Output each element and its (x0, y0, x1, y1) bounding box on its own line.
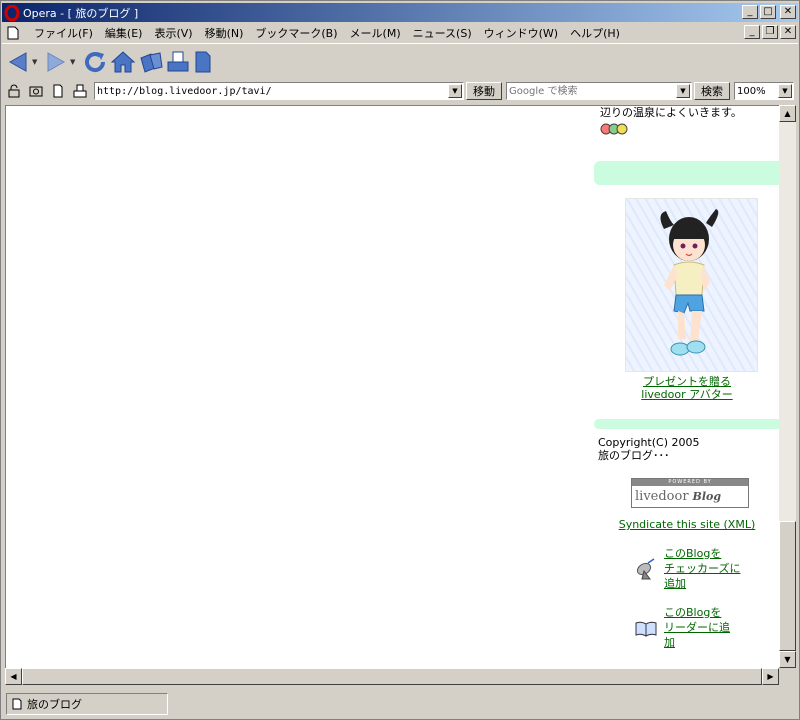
navigation-toolbar: ▼ ▼ (2, 43, 798, 79)
menu-navigate[interactable]: 移動(N) (199, 25, 250, 41)
avatar-gift-link[interactable]: プレゼントを贈る (594, 375, 779, 388)
blog-name-text: 旅のブログ･･･ (598, 449, 670, 462)
opera-window: Opera - [ 旅のブログ ] _ □ ✕ ファイル(F) 編集(E) 表示… (0, 0, 800, 720)
forward-history-dropdown[interactable]: ▼ (70, 58, 78, 66)
vertical-scroll-thumb[interactable] (779, 521, 796, 651)
scroll-up-button[interactable]: ▲ (779, 105, 796, 122)
horizontal-scroll-thumb[interactable] (22, 668, 762, 685)
cards-icon (140, 51, 163, 73)
intro-text: 辺りの温泉によくいきます。 (600, 106, 742, 119)
menu-edit[interactable]: 編集(E) (99, 25, 149, 41)
mdi-close-button[interactable]: ✕ (780, 25, 796, 39)
vertical-scrollbar[interactable]: ▲ ▼ (779, 105, 796, 668)
logo-name-text: livedoor (635, 489, 689, 504)
page-icon (53, 84, 63, 98)
scroll-left-button[interactable]: ◀ (5, 668, 22, 685)
open-book-icon (635, 621, 657, 637)
security-button[interactable] (6, 83, 22, 99)
url-input[interactable] (95, 84, 463, 98)
add-to-reader-row: このBlogを リーダーに追 加 (634, 605, 779, 650)
menu-bar: ファイル(F) 編集(E) 表示(V) 移動(N) ブックマーク(B) メール(… (2, 23, 798, 42)
url-history-dropdown[interactable]: ▼ (448, 84, 462, 98)
mdi-restore-button[interactable]: ❐ (762, 25, 778, 39)
home-icon (110, 50, 136, 72)
search-engine-dropdown[interactable]: ▼ (676, 84, 690, 98)
bookmarks-button[interactable] (138, 49, 164, 75)
scroll-down-button[interactable]: ▼ (779, 651, 796, 668)
page-icon (7, 26, 19, 39)
menu-help[interactable]: ヘルプ(H) (564, 25, 626, 41)
copyright-text: Copyright(C) 2005 (598, 436, 700, 449)
reload-button[interactable] (82, 49, 108, 75)
section-header-band-2 (594, 419, 779, 429)
camera-icon (29, 86, 43, 97)
page-icon (12, 698, 22, 710)
title-bar: Opera - [ 旅のブログ ] _ □ ✕ (2, 3, 798, 22)
page-tab[interactable]: 旅のブログ (6, 693, 168, 715)
add-to-reader-link[interactable]: このBlogを リーダーに追 加 (664, 605, 730, 650)
image-toggle-button[interactable] (28, 83, 44, 99)
reader-link-line3: 加 (664, 636, 675, 649)
print-preview-button[interactable] (72, 83, 88, 99)
horizontal-scrollbar[interactable]: ◀ ▶ (5, 668, 779, 685)
back-arrow-icon (8, 51, 27, 72)
avatar-image[interactable] (625, 198, 758, 372)
checkers-link-line1: このBlogを (664, 547, 722, 560)
zoom-dropdown[interactable]: ▼ (778, 84, 792, 98)
search-input[interactable] (507, 84, 691, 98)
back-button[interactable] (6, 49, 30, 75)
menu-window[interactable]: ウィンドウ(W) (478, 25, 564, 41)
opera-logo-icon (4, 4, 20, 21)
livedoor-blog-logo[interactable]: POWERED BY livedoor Blog (631, 478, 749, 508)
forward-button[interactable] (44, 49, 68, 75)
menu-bookmarks[interactable]: ブックマーク(B) (249, 25, 343, 41)
checkers-link-line2: チェッカーズに (664, 562, 741, 575)
print-button[interactable] (166, 49, 190, 75)
new-page-button[interactable] (192, 49, 214, 75)
menu-view[interactable]: 表示(V) (148, 25, 198, 41)
add-to-checkers-row: このBlogを チェッカーズに 追加 (634, 546, 779, 591)
reload-icon (85, 51, 106, 72)
add-to-checkers-link[interactable]: このBlogを チェッカーズに 追加 (664, 546, 740, 591)
window-title: Opera - [ 旅のブログ ] (23, 6, 139, 20)
reader-link-line2: リーダーに追 (664, 621, 730, 634)
scroll-right-button[interactable]: ▶ (762, 668, 779, 685)
zoom-value: 100% (737, 85, 766, 97)
address-bar: ▼ 移動 ▼ 検索 100% ▼ (2, 80, 798, 102)
syndicate-link[interactable]: Syndicate this site (XML) (594, 518, 779, 531)
zoom-field[interactable]: 100% ▼ (734, 82, 794, 100)
menu-news[interactable]: ニュース(S) (407, 25, 478, 41)
page-viewport[interactable]: 辺りの温泉によくいきます。 プレゼントを贈る livedoor アバター Cop… (5, 105, 779, 668)
padlock-icon (8, 84, 20, 98)
livedoor-avatar-link[interactable]: livedoor アバター (594, 388, 779, 401)
back-history-dropdown[interactable]: ▼ (32, 58, 40, 66)
printer-icon (167, 51, 189, 71)
search-button[interactable]: 検索 (694, 82, 730, 100)
document-icon (195, 51, 211, 72)
go-button[interactable]: 移動 (466, 82, 502, 100)
mdi-minimize-button[interactable]: _ (744, 25, 760, 39)
satellite-dish-icon (636, 557, 655, 579)
home-button[interactable] (110, 49, 136, 75)
scrollbar-corner (779, 668, 796, 685)
page-tab-title: 旅のブログ (27, 698, 82, 711)
menu-file[interactable]: ファイル(F) (28, 25, 99, 41)
checkers-link-line3: 追加 (664, 577, 686, 590)
printer-small-icon (73, 84, 87, 98)
menu-mail[interactable]: メール(M) (344, 25, 407, 41)
minimize-button[interactable]: _ (742, 5, 758, 19)
search-field[interactable]: ▼ (506, 82, 692, 100)
reader-link-line1: このBlogを (664, 606, 722, 619)
page-info-button[interactable] (50, 83, 66, 99)
forward-arrow-icon (47, 51, 66, 72)
status-bar: 旅のブログ (2, 689, 798, 719)
maximize-button[interactable]: □ (760, 5, 776, 19)
section-header-band (594, 161, 779, 185)
avatar-character-icon (660, 209, 719, 356)
emoji-balls-icon (600, 123, 628, 135)
close-button[interactable]: ✕ (780, 5, 796, 19)
logo-powered-text: POWERED BY (632, 479, 748, 486)
logo-blog-text: Blog (692, 490, 722, 503)
url-field[interactable]: ▼ (94, 82, 464, 100)
